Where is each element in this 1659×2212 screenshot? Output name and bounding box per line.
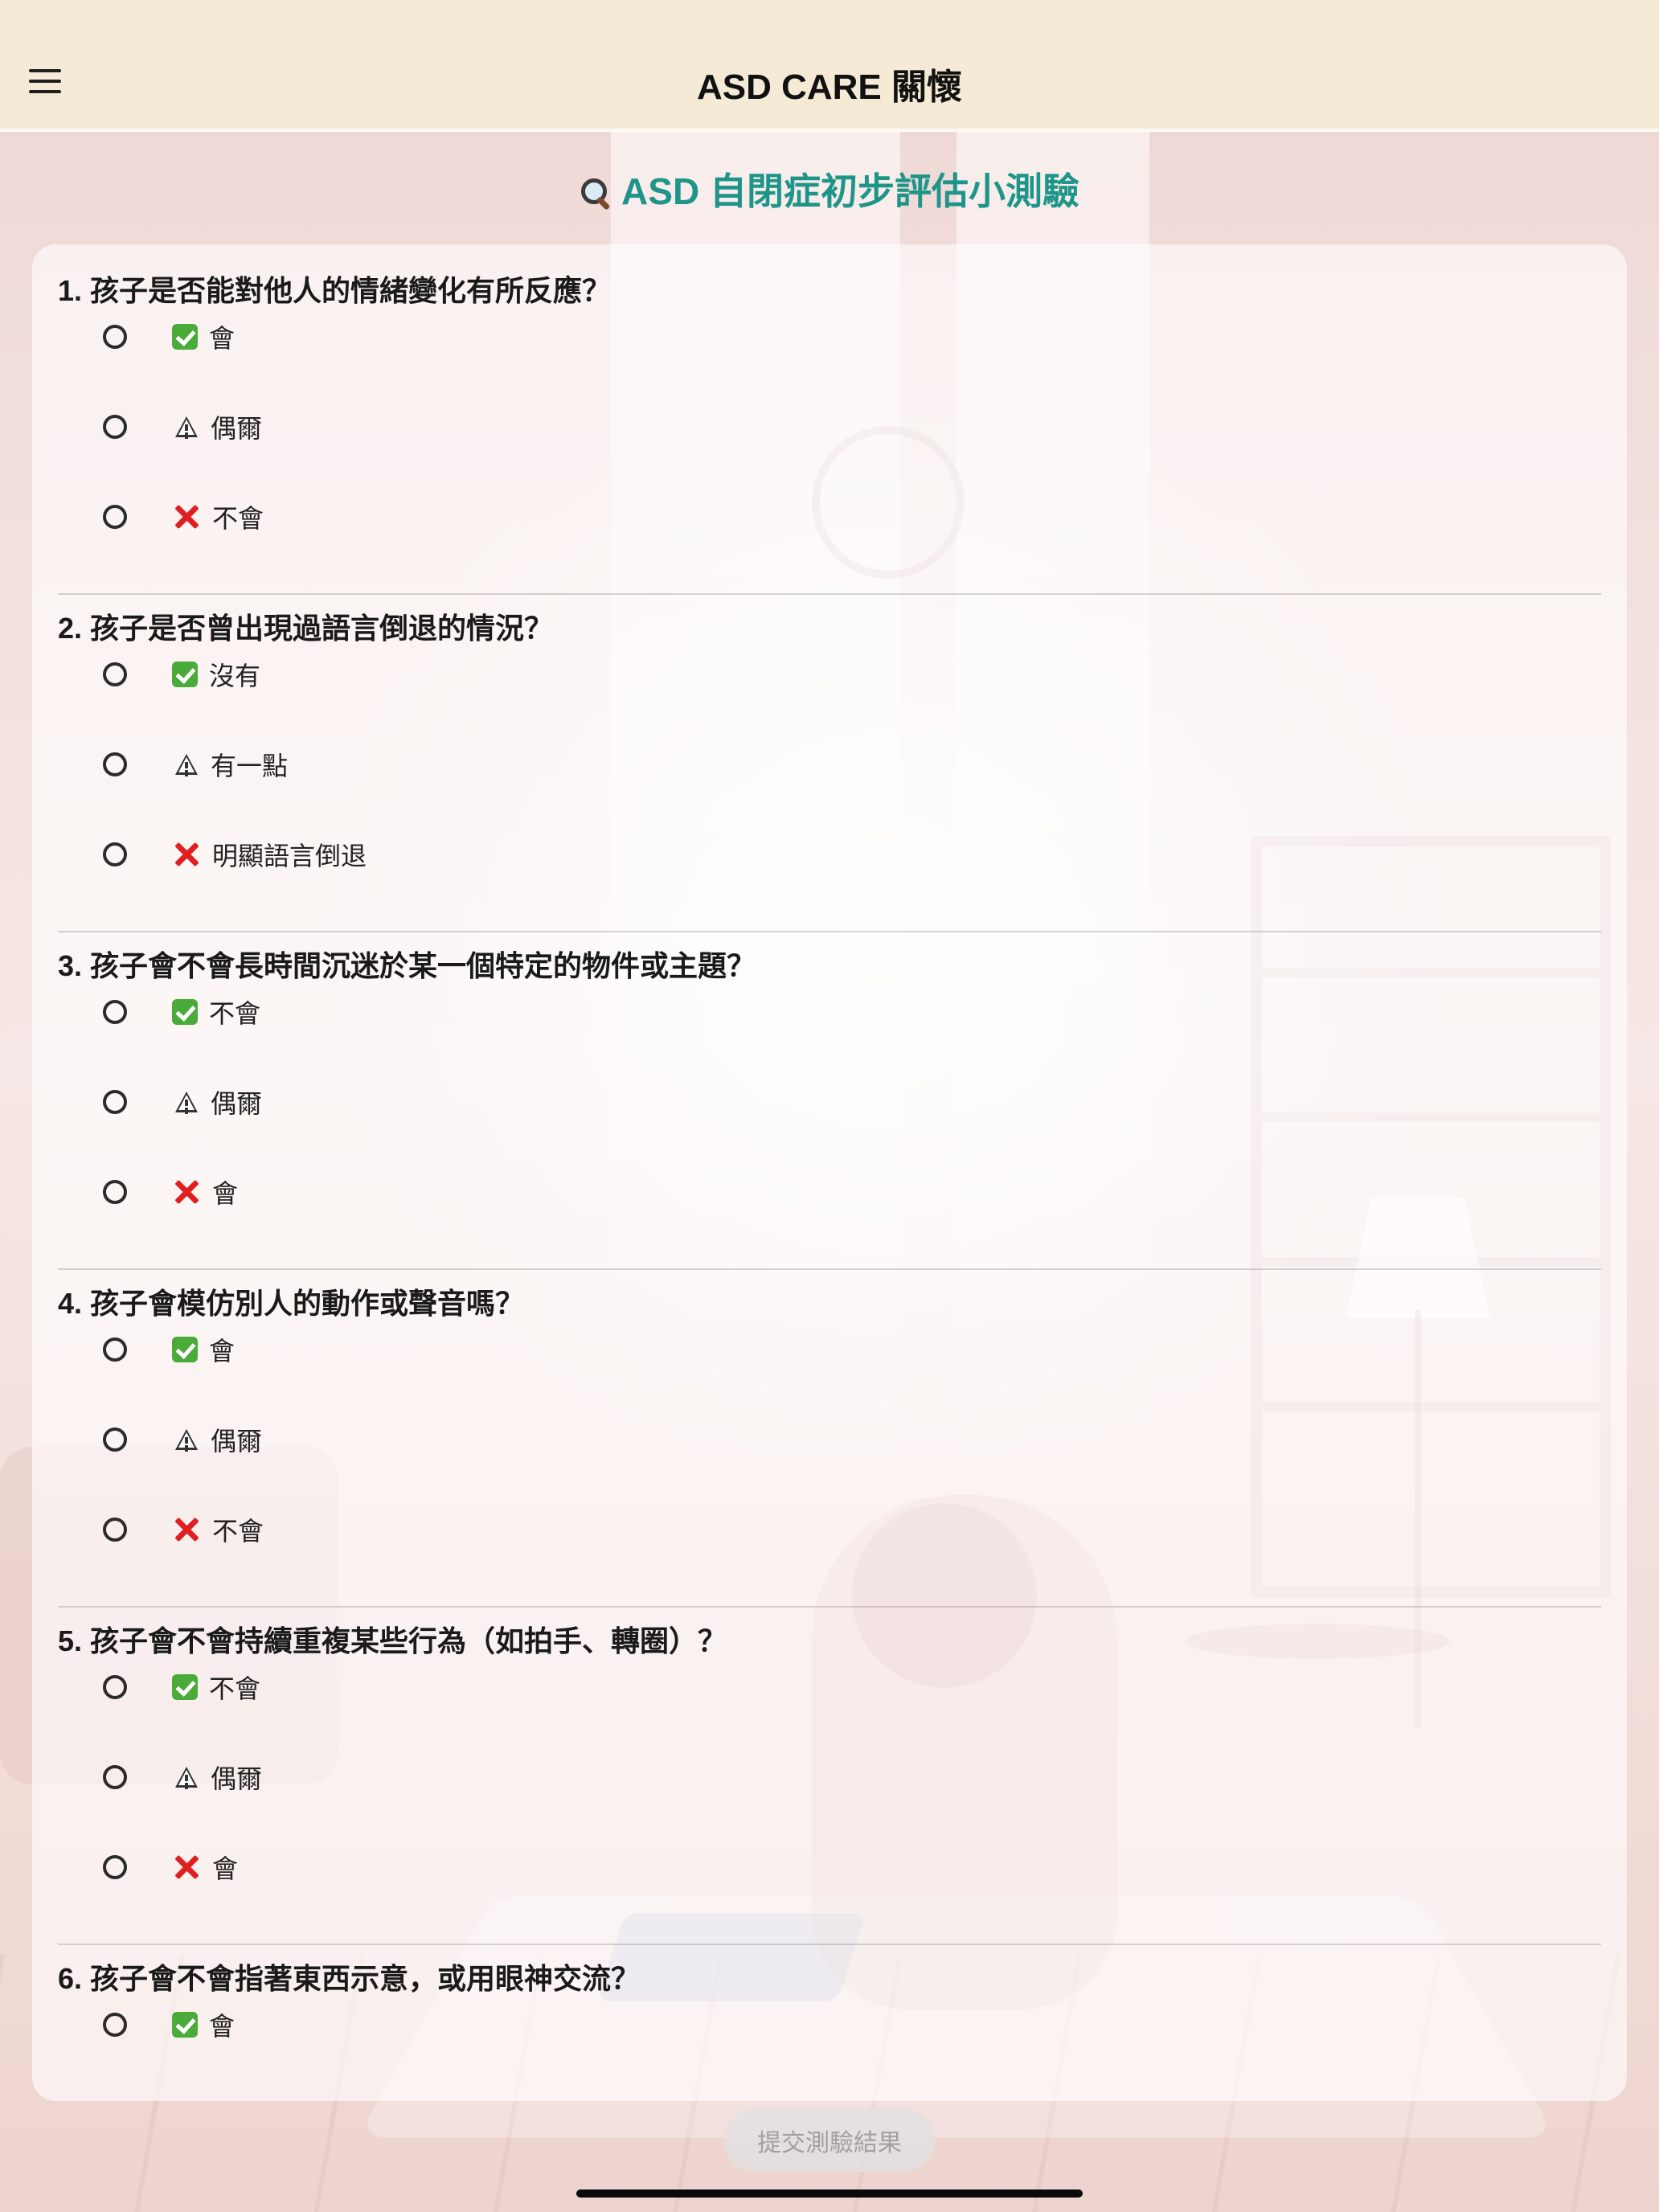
divider [58,1268,1601,1270]
app-title: ASD CARE 關懷 [696,68,963,107]
question-text: 5. 孩子會不會持續重複某些行為（如拍手、轉圈）？ [58,1624,727,1657]
radio-button[interactable] [103,325,127,349]
warning-icon [175,1092,198,1112]
quiz-title-row: ASD 自閉症初步評估小測驗 [0,162,1659,215]
check-icon [172,1674,198,1700]
option-3-2[interactable]: 偶爾 [103,1074,666,1130]
radio-button[interactable] [103,1855,127,1879]
warning-icon [175,1767,198,1788]
radio-button[interactable] [103,2013,127,2037]
radio-button[interactable] [103,1337,127,1362]
radio-button[interactable] [103,1000,127,1024]
option-label: 不會 [209,999,261,1028]
magnifying-glass-icon [580,177,610,207]
cross-icon [172,1853,201,1882]
check-icon [172,1337,198,1362]
top-app-bar: ASD CARE 關懷 [0,0,1659,132]
warning-icon [175,416,198,437]
radio-button[interactable] [103,1675,127,1699]
divider [58,931,1601,932]
option-4-3[interactable]: 不會 [103,1501,666,1558]
check-icon [172,324,198,350]
warning-icon [175,1429,198,1450]
check-icon [172,999,198,1025]
option-4-1[interactable]: 會 [103,1321,666,1378]
cross-icon [172,502,201,531]
submit-quiz-button[interactable]: 提交測驗結果 [724,2109,935,2172]
option-1-3[interactable]: 不會 [103,489,666,545]
option-label: 不會 [212,1517,264,1546]
radio-button[interactable] [103,1428,127,1452]
radio-button[interactable] [103,842,127,866]
warning-icon [175,754,198,775]
option-label: 會 [209,2012,236,2041]
radio-button[interactable] [103,1765,127,1789]
option-label: 偶爾 [211,1089,263,1118]
option-6-1[interactable]: 會 [103,1997,666,2053]
option-2-2[interactable]: 有一點 [103,736,666,793]
hamburger-menu-icon[interactable] [29,69,61,93]
question-text: 4. 孩子會模仿別人的動作或聲音嗎？ [58,1287,525,1320]
check-icon [172,662,198,687]
option-label: 偶爾 [211,1764,263,1793]
radio-button[interactable] [103,1518,127,1542]
option-label: 不會 [212,504,264,533]
option-1-2[interactable]: 偶爾 [103,399,666,455]
option-label: 偶爾 [211,414,263,443]
question-text: 2. 孩子是否曾出現過語言倒退的情況？ [58,612,554,645]
radio-button[interactable] [103,662,127,686]
cross-icon [172,1178,201,1206]
option-label: 明顯語言倒退 [212,842,367,870]
quiz-card: 1. 孩子是否能對他人的情緒變化有所反應？ 會 偶爾 不會 2. 孩子是否曾出現… [32,244,1627,2101]
divider [58,593,1601,595]
option-5-1[interactable]: 不會 [103,1659,666,1715]
option-3-1[interactable]: 不會 [103,984,666,1040]
divider [58,1944,1601,1945]
radio-button[interactable] [103,415,127,439]
option-label: 會 [212,1854,239,1883]
option-label: 會 [209,324,236,353]
question-text: 6. 孩子會不會指著東西示意，或用眼神交流？ [58,1962,641,1995]
check-icon [172,2012,198,2038]
question-text: 3. 孩子會不會長時間沉迷於某一個特定的物件或主題？ [58,949,756,982]
radio-button[interactable] [103,505,127,529]
option-2-3[interactable]: 明顯語言倒退 [103,826,666,883]
question-text: 1. 孩子是否能對他人的情緒變化有所反應？ [58,274,612,307]
option-1-1[interactable]: 會 [103,309,666,365]
option-5-3[interactable]: 會 [103,1839,666,1895]
option-label: 不會 [209,1674,261,1703]
option-label: 沒有 [209,662,261,690]
quiz-title: ASD 自閉症初步評估小測驗 [621,170,1079,212]
divider [58,1606,1601,1608]
option-label: 會 [212,1179,239,1208]
option-label: 偶爾 [211,1427,263,1456]
option-3-3[interactable]: 會 [103,1164,666,1220]
option-label: 會 [209,1337,236,1366]
option-4-2[interactable]: 偶爾 [103,1411,666,1468]
cross-icon [172,840,201,869]
cross-icon [172,1515,201,1544]
home-indicator[interactable] [576,2189,1083,2198]
radio-button[interactable] [103,1090,127,1114]
option-2-1[interactable]: 沒有 [103,646,666,703]
radio-button[interactable] [103,1180,127,1204]
option-label: 有一點 [211,752,289,780]
option-5-2[interactable]: 偶爾 [103,1749,666,1805]
radio-button[interactable] [103,752,127,776]
